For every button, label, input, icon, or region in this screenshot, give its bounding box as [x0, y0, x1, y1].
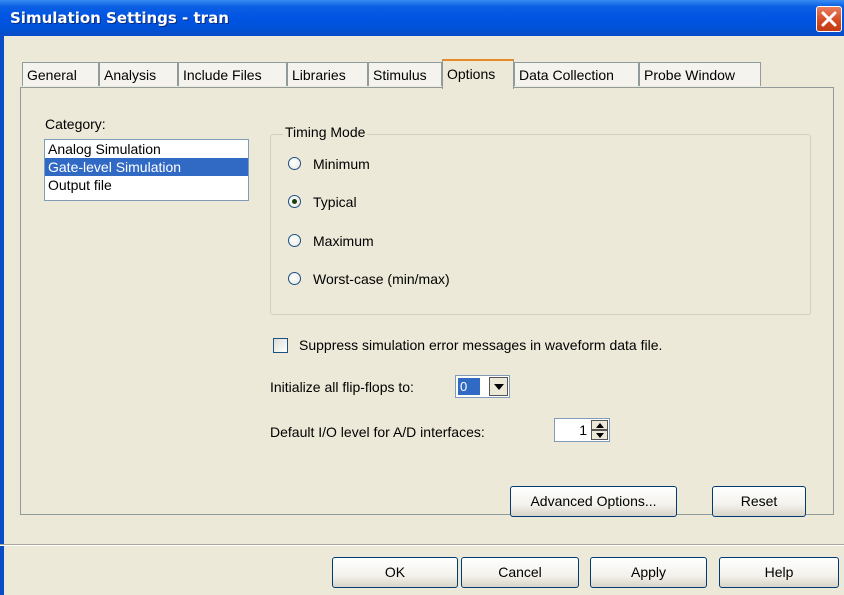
- flipflop-init-value: 0: [457, 377, 481, 396]
- radio-worst-case-label: Worst-case (min/max): [313, 271, 450, 287]
- footer-separator: [0, 544, 844, 546]
- window-title: Simulation Settings - tran: [10, 9, 229, 27]
- close-button[interactable]: [816, 6, 842, 32]
- suppress-errors-checkbox[interactable]: [273, 338, 288, 353]
- radio-worst-case[interactable]: [288, 272, 301, 285]
- suppress-errors-label[interactable]: Suppress simulation error messages in wa…: [299, 337, 662, 353]
- reset-button[interactable]: Reset: [712, 486, 806, 517]
- radio-maximum-label: Maximum: [313, 233, 374, 249]
- radio-minimum-label: Minimum: [313, 156, 370, 172]
- close-icon: [821, 11, 837, 27]
- tab-options[interactable]: Options: [442, 59, 514, 89]
- dropdown-button[interactable]: [489, 377, 508, 396]
- tab-general[interactable]: General: [22, 62, 99, 86]
- flipflop-init-select[interactable]: 0: [455, 375, 510, 398]
- tab-analysis[interactable]: Analysis: [99, 62, 178, 86]
- tab-stimulus[interactable]: Stimulus: [368, 62, 442, 86]
- radio-minimum[interactable]: [288, 157, 301, 170]
- arrow-down-icon: [596, 433, 604, 438]
- category-item-analog-simulation[interactable]: Analog Simulation: [45, 140, 248, 158]
- radio-typical-label: Typical: [313, 194, 357, 210]
- help-button[interactable]: Help: [719, 557, 839, 588]
- tab-data-collection[interactable]: Data Collection: [514, 62, 639, 86]
- tab-libraries[interactable]: Libraries: [287, 62, 368, 86]
- arrow-up-icon: [596, 423, 604, 428]
- advanced-options-button[interactable]: Advanced Options...: [510, 486, 677, 517]
- window-frame-left: [0, 36, 4, 595]
- category-label: Category:: [45, 116, 106, 132]
- chevron-down-icon: [494, 384, 504, 390]
- apply-button[interactable]: Apply: [590, 557, 707, 588]
- category-item-gate-level-simulation[interactable]: Gate-level Simulation: [45, 158, 248, 176]
- io-level-spinner[interactable]: 1: [554, 418, 610, 442]
- ok-button[interactable]: OK: [332, 557, 458, 588]
- cancel-button[interactable]: Cancel: [461, 557, 579, 588]
- flipflop-init-label: Initialize all flip-flops to:: [270, 379, 414, 395]
- title-bar[interactable]: Simulation Settings - tran: [0, 0, 844, 36]
- io-level-label: Default I/O level for A/D interfaces:: [270, 424, 485, 440]
- spin-buttons: [591, 420, 608, 440]
- timing-mode-label: Timing Mode: [283, 124, 368, 140]
- spin-down-button[interactable]: [591, 430, 608, 440]
- category-item-output-file[interactable]: Output file: [45, 176, 248, 194]
- tab-probe-window[interactable]: Probe Window: [639, 62, 761, 86]
- radio-typical[interactable]: [288, 195, 301, 208]
- radio-maximum[interactable]: [288, 234, 301, 247]
- tab-include-files[interactable]: Include Files: [178, 62, 287, 86]
- io-level-value: 1: [579, 422, 587, 438]
- spin-up-button[interactable]: [591, 420, 608, 430]
- category-list[interactable]: Analog Simulation Gate-level Simulation …: [44, 139, 249, 201]
- simulation-settings-dialog: Simulation Settings - tran General Analy…: [0, 0, 844, 595]
